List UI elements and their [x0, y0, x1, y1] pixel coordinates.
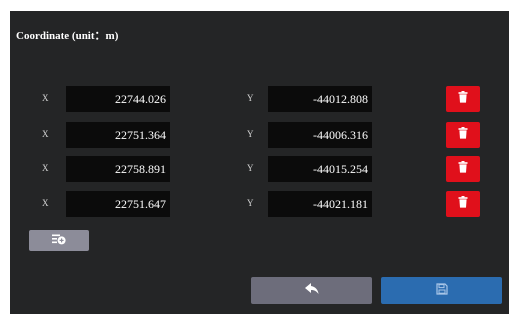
y-label: Y — [247, 93, 254, 103]
floppy-disk-icon — [435, 282, 448, 300]
delete-row-button[interactable] — [446, 86, 480, 112]
panel-title: Coordinate (unit：m) — [16, 30, 119, 42]
x-input[interactable]: 22744.026 — [66, 86, 170, 112]
delete-row-button[interactable] — [446, 191, 480, 217]
x-label: X — [42, 163, 49, 173]
coordinate-row: X 22744.026 Y -44012.808 — [10, 86, 509, 112]
coordinate-panel: Coordinate (unit：m) X 22744.026 Y -44012… — [10, 11, 509, 314]
back-button[interactable] — [251, 277, 372, 304]
trash-icon — [458, 90, 468, 108]
delete-row-button[interactable] — [446, 122, 480, 148]
x-label: X — [42, 93, 49, 103]
add-row-button[interactable] — [29, 230, 89, 251]
add-list-icon — [52, 232, 66, 250]
x-input[interactable]: 22751.647 — [66, 191, 170, 217]
trash-icon — [458, 160, 468, 178]
delete-row-button[interactable] — [446, 156, 480, 182]
y-input[interactable]: -44021.181 — [268, 191, 372, 217]
y-label: Y — [247, 198, 254, 208]
coordinate-row: X 22751.647 Y -44021.181 — [10, 191, 509, 217]
y-input[interactable]: -44015.254 — [268, 156, 372, 182]
x-label: X — [42, 129, 49, 139]
coordinate-row: X 22758.891 Y -44015.254 — [10, 156, 509, 182]
x-input[interactable]: 22751.364 — [66, 122, 170, 148]
y-label: Y — [247, 129, 254, 139]
coordinate-row: X 22751.364 Y -44006.316 — [10, 122, 509, 148]
reply-arrow-icon — [304, 282, 319, 300]
save-button[interactable] — [381, 277, 502, 304]
y-input[interactable]: -44006.316 — [268, 122, 372, 148]
y-input[interactable]: -44012.808 — [268, 86, 372, 112]
trash-icon — [458, 126, 468, 144]
trash-icon — [458, 195, 468, 213]
x-label: X — [42, 198, 49, 208]
y-label: Y — [247, 163, 254, 173]
x-input[interactable]: 22758.891 — [66, 156, 170, 182]
